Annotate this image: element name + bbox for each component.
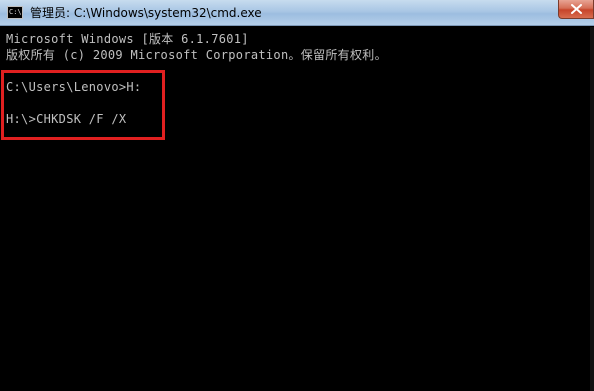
scrollbar[interactable] xyxy=(590,27,594,391)
version-line: Microsoft Windows [版本 6.1.7601] xyxy=(6,32,249,46)
title-bar[interactable]: C:\ 管理员: C:\Windows\system32\cmd.exe xyxy=(0,0,594,26)
copyright-line: 版权所有 (c) 2009 Microsoft Corporation。保留所有… xyxy=(6,48,387,62)
drive-change-command: C:\Users\Lenovo>H: xyxy=(6,80,142,94)
close-button[interactable] xyxy=(558,0,594,19)
console-output[interactable]: Microsoft Windows [版本 6.1.7601] 版权所有 (c)… xyxy=(0,27,594,391)
chkdsk-command: H:\>CHKDSK /F /X xyxy=(6,112,127,126)
cmd-window: C:\ 管理员: C:\Windows\system32\cmd.exe Mic… xyxy=(0,0,594,391)
close-icon xyxy=(571,4,582,14)
window-title: 管理员: C:\Windows\system32\cmd.exe xyxy=(30,6,262,20)
cmd-icon[interactable]: C:\ xyxy=(7,6,23,19)
